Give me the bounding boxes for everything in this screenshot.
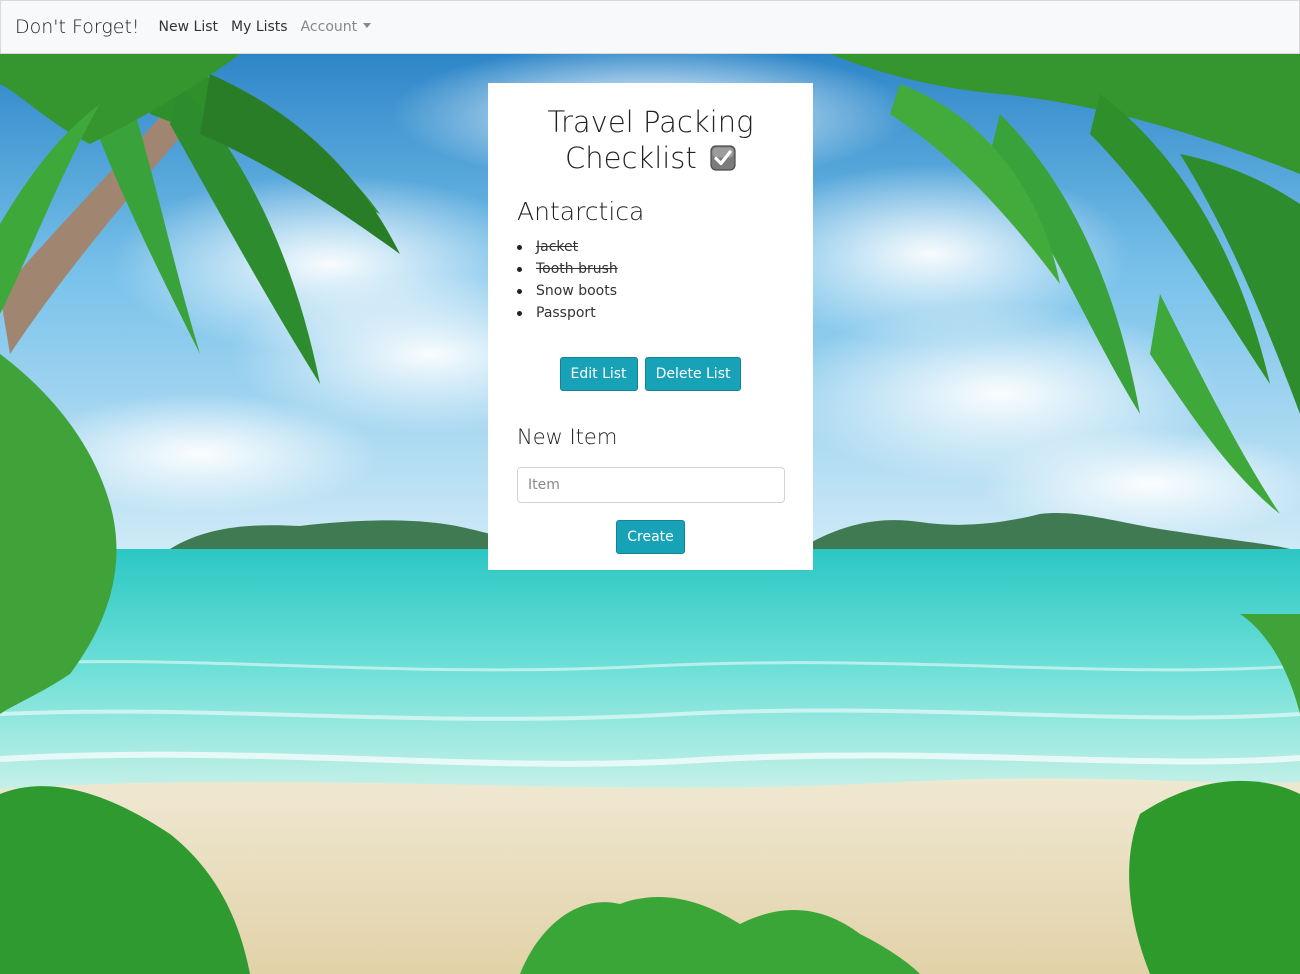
delete-list-button[interactable]: Delete List: [644, 357, 742, 391]
checklist-card: Travel Packing Checklist Antarctica Jack…: [488, 83, 813, 570]
list-name: Antarctica: [517, 197, 645, 226]
brand-link[interactable]: Don't Forget!: [15, 16, 140, 38]
list-item[interactable]: Snow boots: [517, 280, 784, 302]
nav-account-dropdown[interactable]: Account: [301, 19, 372, 35]
list-item[interactable]: Passport: [517, 302, 784, 324]
create-button[interactable]: Create: [616, 520, 685, 554]
item-list: Jacket Tooth brush Snow boots Passport: [517, 236, 784, 324]
create-row: Create: [517, 520, 784, 554]
checkbox-checked-icon: [710, 143, 736, 171]
account-label: Account: [300, 19, 358, 35]
nav-my-lists[interactable]: My Lists: [231, 19, 288, 35]
item-input[interactable]: [517, 467, 785, 503]
list-item[interactable]: Tooth brush: [517, 258, 784, 280]
navbar: Don't Forget! New List My Lists Account: [0, 0, 1300, 54]
new-item-heading: New Item: [517, 425, 618, 449]
edit-list-button[interactable]: Edit List: [559, 357, 638, 391]
list-actions: Edit List Delete List: [517, 357, 784, 391]
page-title: Travel Packing Checklist: [517, 104, 784, 176]
list-item[interactable]: Jacket: [517, 236, 784, 258]
nav-new-list[interactable]: New List: [159, 19, 218, 35]
caret-down-icon: [363, 23, 372, 28]
